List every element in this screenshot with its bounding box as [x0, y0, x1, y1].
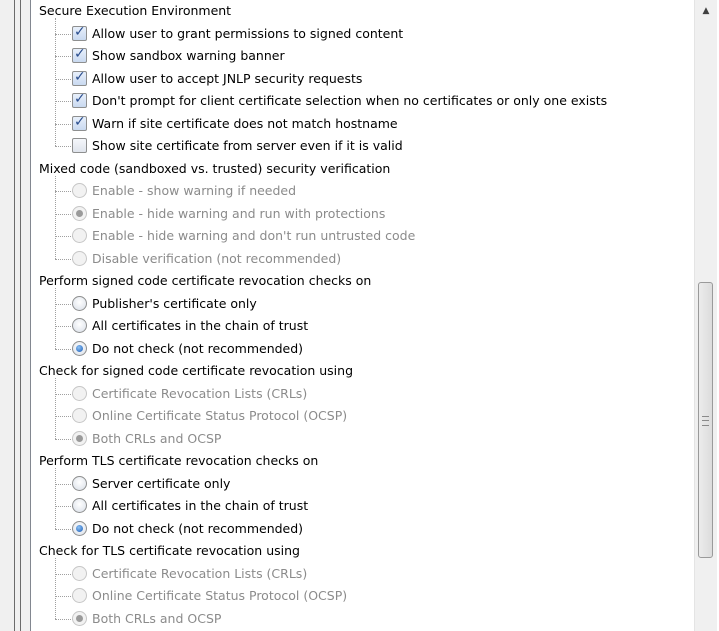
check-icon: ✓ [74, 91, 86, 107]
tree-connector [55, 214, 73, 215]
option-label: Do not check (not recommended) [92, 521, 304, 536]
radio-unselected[interactable] [72, 318, 87, 333]
option-label: Online Certificate Status Protocol (OCSP… [92, 588, 348, 603]
checkbox-checked[interactable]: ✓ [72, 69, 87, 86]
radio-selected [72, 206, 87, 221]
option-label: Allow user to accept JNLP security reque… [92, 71, 363, 86]
radio-unselected [72, 566, 87, 581]
option-label: Enable - hide warning and don't run untr… [92, 228, 416, 243]
settings-tree: Secure Execution Environment ✓ Allow user … [35, 0, 685, 631]
radio-unselected [72, 408, 87, 423]
tree-connector [55, 326, 73, 327]
option-label: Show site certificate from server even i… [92, 138, 403, 153]
tree-connector [55, 619, 73, 620]
tree-connector [55, 146, 73, 147]
tree-connector [55, 506, 73, 507]
radio-dot-icon [76, 210, 83, 217]
option-label: Warn if site certificate does not match … [92, 116, 398, 131]
group-heading: Check for TLS certificate revocation usi… [39, 543, 300, 558]
option-label: Both CRLs and OCSP [92, 611, 222, 626]
option-label: All certificates in the chain of trust [92, 318, 309, 333]
left-frame [0, 0, 30, 631]
tree-connector-line [55, 558, 56, 619]
radio-dot-icon [76, 525, 83, 532]
option-label: Certificate Revocation Lists (CRLs) [92, 566, 308, 581]
vertical-scrollbar[interactable]: ▲ [694, 0, 717, 631]
tree-connector [55, 349, 73, 350]
tree-connector [55, 416, 73, 417]
frame-line [20, 0, 21, 631]
tree-connector [55, 79, 73, 80]
tree-connector [55, 596, 73, 597]
check-icon: ✓ [74, 114, 86, 130]
option-label: Disable verification (not recommended) [92, 251, 342, 266]
radio-unselected[interactable] [72, 476, 87, 491]
radio-unselected [72, 183, 87, 198]
frame-line [14, 0, 15, 631]
check-icon: ✓ [74, 46, 86, 62]
tree-connector-line [55, 378, 56, 439]
radio-unselected [72, 251, 87, 266]
option-label: Both CRLs and OCSP [92, 431, 222, 446]
option-label: Enable - hide warning and run with prote… [92, 206, 386, 221]
tree-connector-line [55, 176, 56, 259]
option-label: Certificate Revocation Lists (CRLs) [92, 386, 308, 401]
group-heading: Perform signed code certificate revocati… [39, 273, 372, 288]
option-label: Server certificate only [92, 476, 231, 491]
radio-unselected[interactable] [72, 296, 87, 311]
tree-connector-line [55, 288, 56, 349]
tree-connector [55, 101, 73, 102]
option-label: Enable - show warning if needed [92, 183, 297, 198]
tree-connector-line [55, 468, 56, 529]
settings-panel: Secure Execution Environment ✓ Allow user … [30, 0, 719, 631]
scroll-up-arrow-icon[interactable]: ▲ [695, 0, 717, 22]
tree-connector-line [55, 18, 56, 146]
tree-connector [55, 34, 73, 35]
checkbox-checked[interactable]: ✓ [72, 24, 87, 41]
tree-connector [55, 124, 73, 125]
tree-connector [55, 191, 73, 192]
tree-connector [55, 259, 73, 260]
radio-unselected [72, 386, 87, 401]
checkbox-unchecked[interactable] [72, 138, 87, 153]
tree-connector [55, 574, 73, 575]
scroll-thumb[interactable] [698, 282, 713, 558]
group-heading: Perform TLS certificate revocation check… [39, 453, 319, 468]
option-label: Don't prompt for client certificate sele… [92, 93, 608, 108]
option-label: Do not check (not recommended) [92, 341, 304, 356]
option-label: Show sandbox warning banner [92, 48, 285, 63]
radio-selected [72, 611, 87, 626]
grip-icon [702, 416, 709, 426]
check-icon: ✓ [74, 69, 86, 85]
option-label: Online Certificate Status Protocol (OCSP… [92, 408, 348, 423]
tree-connector [55, 394, 73, 395]
radio-selected[interactable] [72, 521, 87, 536]
radio-dot-icon [76, 435, 83, 442]
group-heading: Mixed code (sandboxed vs. trusted) secur… [39, 161, 391, 176]
radio-dot-icon [76, 345, 83, 352]
option-label: All certificates in the chain of trust [92, 498, 309, 513]
radio-unselected [72, 588, 87, 603]
option-label: Allow user to grant permissions to signe… [92, 26, 404, 41]
checkbox-checked[interactable]: ✓ [72, 91, 87, 108]
check-icon: ✓ [74, 24, 86, 40]
tree-connector [55, 484, 73, 485]
checkbox-checked[interactable]: ✓ [72, 46, 87, 63]
radio-unselected [72, 228, 87, 243]
option-label: Publisher's certificate only [92, 296, 257, 311]
group-heading: Secure Execution Environment [39, 3, 232, 18]
radio-selected [72, 431, 87, 446]
radio-selected[interactable] [72, 341, 87, 356]
radio-unselected[interactable] [72, 498, 87, 513]
group-heading: Check for signed code certificate revoca… [39, 363, 354, 378]
checkbox-checked[interactable]: ✓ [72, 114, 87, 131]
tree-connector [55, 236, 73, 237]
tree-connector [55, 439, 73, 440]
radio-dot-icon [76, 615, 83, 622]
tree-connector [55, 529, 73, 530]
tree-connector [55, 304, 73, 305]
tree-connector [55, 56, 73, 57]
